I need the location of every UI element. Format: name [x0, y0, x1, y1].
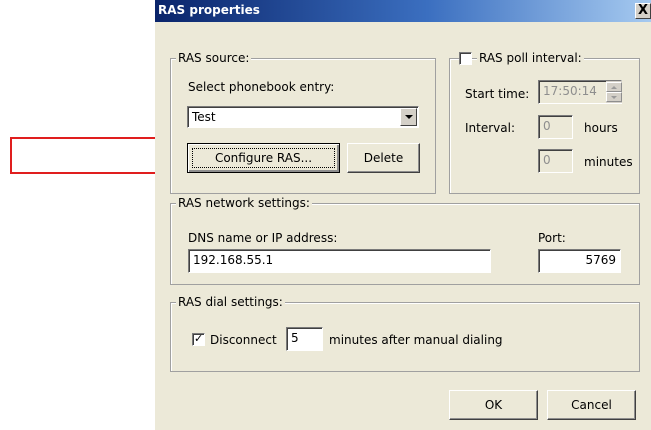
spin-up-icon[interactable]: [606, 82, 622, 92]
ras-poll-interval-checkbox[interactable]: [459, 52, 472, 65]
ok-button[interactable]: OK: [449, 390, 538, 420]
ras-network-settings-legend: RAS network settings:: [176, 196, 312, 210]
delete-button[interactable]: Delete: [347, 143, 420, 173]
interval-minutes-value: 0: [543, 153, 551, 167]
phonebook-entry-value: Test: [192, 110, 216, 124]
phonebook-entry-select[interactable]: Test: [187, 106, 419, 128]
ras-properties-dialog: RAS properties X RAS source: Select phon…: [155, 0, 651, 430]
port-field[interactable]: 5769: [538, 249, 621, 273]
dns-address-field[interactable]: 192.168.55.1: [188, 249, 491, 273]
interval-minutes-field[interactable]: 0: [538, 149, 573, 173]
minutes-unit-label: minutes: [584, 155, 633, 169]
ras-poll-interval-label: RAS poll interval:: [477, 51, 584, 65]
cancel-button[interactable]: Cancel: [547, 390, 636, 420]
configure-ras-label: Configure RAS...: [214, 151, 313, 165]
ok-label: OK: [484, 398, 503, 412]
start-time-value: 17:50:14: [543, 84, 597, 98]
delete-label: Delete: [363, 151, 404, 165]
ras-dial-settings-legend: RAS dial settings:: [176, 295, 285, 309]
disconnect-minutes-field[interactable]: 5: [286, 327, 323, 351]
close-icon: X: [637, 3, 649, 18]
interval-hours-field[interactable]: 0: [538, 115, 573, 139]
chevron-down-icon[interactable]: [400, 108, 417, 126]
cancel-label: Cancel: [571, 398, 612, 412]
highlight-annotation-box: [10, 137, 160, 174]
ras-source-legend: RAS source:: [176, 51, 252, 65]
interval-label: Interval:: [465, 121, 515, 135]
port-label: Port:: [538, 231, 566, 245]
title-bar: RAS properties X: [155, 0, 651, 22]
disconnect-suffix-label: minutes after manual dialing: [329, 333, 503, 347]
phonebook-entry-label: Select phonebook entry:: [188, 80, 335, 94]
disconnect-minutes-value: 5: [291, 331, 299, 345]
check-icon: ✓: [194, 332, 204, 345]
hours-unit-label: hours: [584, 121, 618, 135]
dns-address-value: 192.168.55.1: [193, 253, 274, 267]
start-time-spinner[interactable]: [606, 81, 622, 103]
port-value: 5769: [585, 253, 616, 267]
configure-ras-button[interactable]: Configure RAS...: [187, 143, 340, 173]
spin-down-icon[interactable]: [606, 92, 622, 102]
dialog-title: RAS properties: [158, 3, 260, 17]
disconnect-checkbox[interactable]: ✓: [192, 332, 205, 346]
interval-hours-value: 0: [543, 119, 551, 133]
disconnect-label: Disconnect: [210, 333, 277, 347]
close-button[interactable]: X: [635, 3, 651, 19]
start-time-label: Start time:: [465, 87, 530, 101]
dns-address-label: DNS name or IP address:: [188, 231, 338, 245]
